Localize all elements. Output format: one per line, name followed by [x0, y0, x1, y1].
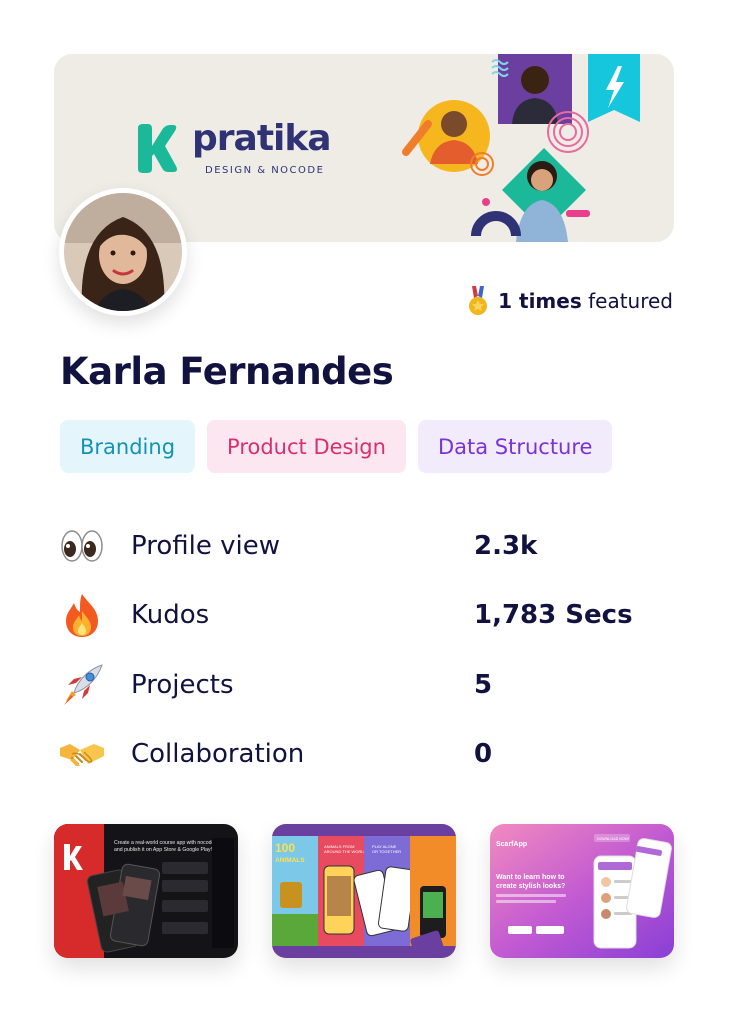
- project-thumbnail-100-animals: 100 ANIMALS ANIMALS FROM AROUND THE WORL…: [272, 824, 456, 958]
- stat-label: Profile view: [131, 531, 280, 561]
- stat-collaboration: Collaboration 0: [58, 728, 678, 780]
- animals-subtitle: ANIMALS: [275, 857, 305, 864]
- stat-label: Projects: [131, 670, 234, 700]
- course-caption-line1: Create a real-world course app with noco…: [114, 840, 214, 846]
- stat-value: 2.3k: [474, 531, 538, 561]
- stat-label: Kudos: [131, 600, 210, 630]
- skill-tags: Branding Product Design Data Structure: [60, 420, 613, 473]
- stat-projects: Projects 5: [58, 659, 678, 711]
- stat-kudos: Kudos 1,783 Secs: [58, 589, 678, 641]
- stat-value: 1,783 Secs: [474, 600, 633, 630]
- tag-product-design[interactable]: Product Design: [207, 420, 406, 473]
- scarfapp-headline-1: Want to learn how to: [496, 874, 565, 881]
- animals-caption-2b: OR TOGETHER: [372, 849, 401, 854]
- eyes-icon: [61, 530, 103, 562]
- stat-value: 0: [474, 739, 493, 769]
- fire-icon: [66, 594, 98, 637]
- stat-value: 5: [474, 670, 493, 700]
- project-card-scarfapp[interactable]: ScarfApp DOWNLOAD NOW! Want to learn how…: [490, 824, 674, 958]
- brand-name: pratika: [192, 118, 332, 159]
- scarfapp-name: ScarfApp: [496, 841, 527, 848]
- brand-tagline: DESIGN & NOCODE: [205, 165, 325, 176]
- tag-data-structure[interactable]: Data Structure: [417, 420, 613, 473]
- scarfapp-headline-2: create stylish looks?: [496, 883, 565, 890]
- profile-name: Karla Fernandes: [60, 350, 394, 393]
- stat-profile-view: Profile view 2.3k: [58, 520, 678, 572]
- scarfapp-download-badge: DOWNLOAD NOW!: [597, 837, 629, 841]
- animals-title: 100: [275, 841, 295, 855]
- project-card-100-animals[interactable]: 100 ANIMALS ANIMALS FROM AROUND THE WORL…: [272, 824, 456, 958]
- featured-label: featured: [588, 289, 673, 313]
- pratika-logo-icon: [138, 124, 177, 173]
- handshake-icon: [60, 744, 104, 766]
- rocket-icon: [64, 664, 103, 705]
- project-thumbnails: Create a real-world course app with noco…: [54, 824, 674, 958]
- tag-branding[interactable]: Branding: [60, 420, 196, 473]
- banner-illustration: [402, 54, 640, 242]
- stat-label: Collaboration: [131, 739, 305, 769]
- course-caption-line2: and publish it on App Store & Google Pla…: [114, 847, 212, 853]
- medal-icon: [469, 286, 488, 315]
- project-thumbnail-nocode-course: Create a real-world course app with noco…: [54, 824, 238, 958]
- project-thumbnail-scarfapp: ScarfApp DOWNLOAD NOW! Want to learn how…: [490, 824, 674, 958]
- profile-avatar[interactable]: [59, 188, 187, 316]
- animals-caption-1b: AROUND THE WORLD: [324, 849, 366, 854]
- project-card-nocode-course[interactable]: Create a real-world course app with noco…: [54, 824, 238, 958]
- featured-count-value: 1 times: [498, 289, 582, 313]
- featured-count: 1 times featured: [466, 286, 673, 316]
